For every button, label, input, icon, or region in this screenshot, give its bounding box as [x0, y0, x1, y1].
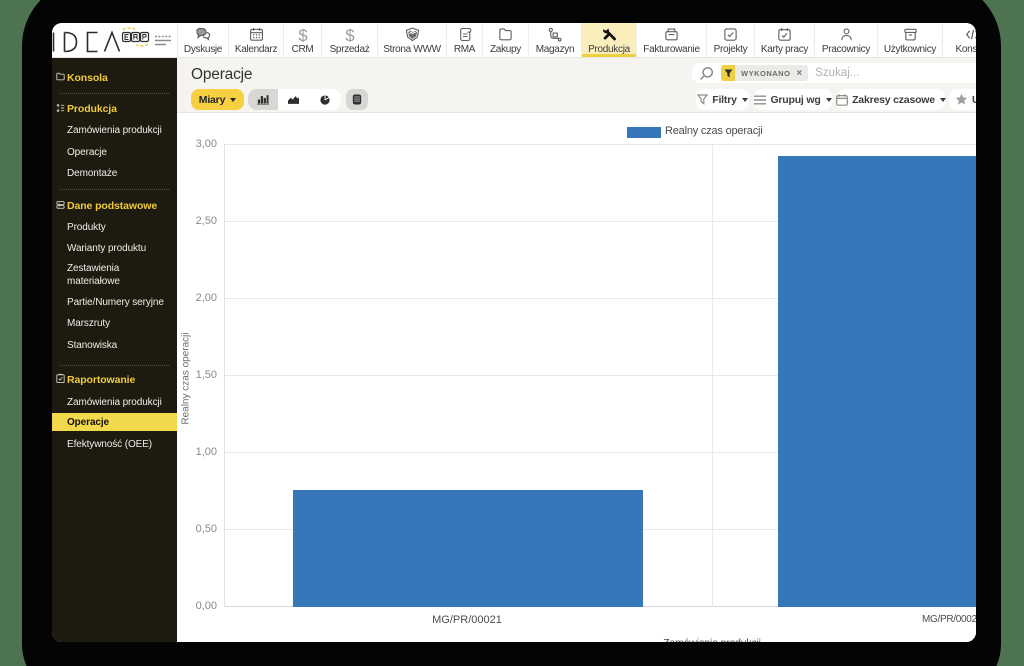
svg-text:$: $: [298, 27, 307, 42]
svg-text:$: $: [345, 27, 354, 42]
